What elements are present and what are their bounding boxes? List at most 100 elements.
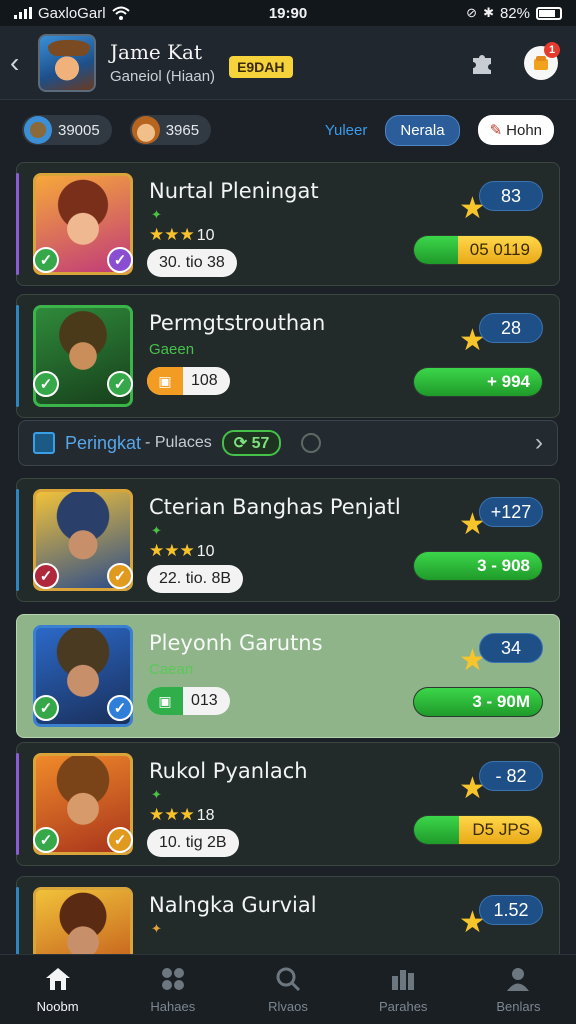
card-title: Rukol Pyanlach: [149, 759, 308, 783]
badge-icon: ✓: [107, 247, 133, 273]
back-chevron-icon[interactable]: ‹: [10, 47, 34, 79]
ranking-icon: [33, 432, 55, 454]
check-icon: ✓: [33, 371, 59, 397]
sparkle-icon: ✦: [151, 921, 162, 936]
currency-value-2: 3965: [165, 121, 200, 139]
card-title: Nurtal Pleningat: [149, 179, 319, 203]
score-pill: 1.52: [479, 895, 543, 925]
notification-badge: 1: [544, 41, 560, 58]
carrier-name: GaxloGarl: [38, 4, 106, 22]
progress-value: 3 - 908: [477, 556, 530, 575]
alarm-icon: ⊘: [466, 5, 478, 20]
score-pill: 34: [479, 633, 543, 663]
progress-value: 3 - 90M: [472, 692, 530, 711]
signal-icon: [14, 7, 32, 19]
page-title: Jame Kat: [110, 40, 203, 64]
list-item[interactable]: Nalngka Gurvial ✦ ★ 1.52: [16, 876, 560, 977]
info-chip: 22. tio. 8B: [147, 565, 244, 593]
puzzle-icon[interactable]: [466, 47, 498, 79]
rating-count: 10: [196, 227, 215, 244]
notification-button[interactable]: 1: [524, 41, 560, 80]
tab-hohn[interactable]: ✎ Hohn: [477, 115, 554, 145]
info-chip: 30. tio 38: [147, 249, 237, 277]
list-item[interactable]: ✓ ✓ Nurtal Pleningat ✦ ★★★ 10 30. tio 38 …: [16, 162, 560, 286]
search-icon: [273, 965, 303, 993]
leaf-icon: ✦: [151, 787, 162, 802]
progress-bar: 3 - 90M: [413, 687, 543, 717]
app-avatar: [38, 33, 96, 92]
badge-icon: ✓: [107, 563, 133, 589]
lock-icon: ▣: [147, 367, 183, 395]
score-pill: 83: [479, 181, 543, 211]
star-rating: ★★★ 18: [149, 805, 215, 824]
nav-parahes[interactable]: Parahes: [346, 955, 461, 1024]
list-item[interactable]: ✓ ✓ Rukol Pyanlach ✦ ★★★ 18 10. tig 2B ★ …: [16, 742, 560, 866]
list-item-selected[interactable]: ✓ ✓ Pleyonh Garutns Caean ▣ 013 ★ 34 3 -…: [16, 614, 560, 738]
currency-pill-1[interactable]: 39005: [22, 115, 112, 145]
check-icon: ✓: [33, 827, 59, 853]
score-pill: 28: [479, 313, 543, 343]
info-chip-value: 013: [191, 692, 218, 709]
filter-label[interactable]: Yuleer: [325, 122, 368, 139]
nav-profile[interactable]: Benlars: [461, 955, 576, 1024]
info-chip-value: 108: [191, 372, 218, 389]
currency-value-1: 39005: [58, 121, 100, 139]
rating-count: 10: [196, 543, 215, 560]
star-rating: ★★★ 10: [149, 541, 215, 560]
header-badge: E9DAH: [229, 55, 293, 78]
badge-icon: ✓: [107, 827, 133, 853]
grid-icon: [158, 965, 188, 993]
nav-label: Parahes: [379, 999, 428, 1014]
bottom-nav: Noobm Hahaes Rlvaos Parahes Benlars: [0, 954, 576, 1024]
progress-bar: + 994: [413, 367, 543, 397]
page-subtitle: Ganeiol (Hiaan): [110, 68, 216, 85]
check-icon: ✓: [33, 695, 59, 721]
ranking-label: Peringkat: [65, 432, 142, 453]
nav-label: Rlvaos: [268, 999, 308, 1014]
list-item[interactable]: ✓ ✓ Cterian Banghas Penjatl ✦ ★★★ 10 22. …: [16, 478, 560, 602]
info-chip: 10. tig 2B: [147, 829, 239, 857]
check-icon: ✓: [107, 695, 133, 721]
nav-label: Noobm: [36, 999, 79, 1014]
chevron-right-icon[interactable]: ›: [535, 429, 543, 457]
nav-hahaes[interactable]: Hahaes: [115, 955, 230, 1024]
leaderboard-icon: [388, 965, 418, 993]
home-icon: [43, 965, 73, 993]
nav-search[interactable]: Rlvaos: [230, 955, 345, 1024]
ranking-count-value: 57: [251, 435, 270, 452]
status-time: 19:90: [268, 4, 308, 22]
card-title: Permgtstrouthan: [149, 311, 326, 335]
card-title: Nalngka Gurvial: [149, 893, 317, 917]
ranking-count: ⟳ 57: [221, 430, 282, 456]
card-subtitle: Gaeen: [149, 341, 195, 358]
card-subtitle: Caean: [149, 661, 194, 678]
character-coin-icon: [24, 116, 52, 144]
ranking-sublabel: - Pulaces: [145, 434, 212, 451]
score-pill: +127: [479, 497, 543, 527]
tab-nerala[interactable]: Nerala: [385, 114, 460, 146]
check-icon: ✓: [33, 563, 59, 589]
progress-bar: D5 JPS: [413, 815, 543, 845]
currency-pill-2[interactable]: 3965: [129, 115, 212, 145]
list-item[interactable]: ✓ ✓ Permgtstrouthan Gaeen ▣ 108 ★ 28 + 9…: [16, 294, 560, 418]
info-chip: ▣ 108: [147, 367, 230, 395]
refresh-icon: ⟳: [233, 435, 248, 452]
battery-percent: 82%: [499, 4, 530, 22]
nav-home[interactable]: Noobm: [0, 955, 115, 1024]
status-bar: GaxloGarl 19:90 ⊘ ✱ 82%: [0, 0, 576, 26]
character-face-icon: [131, 116, 160, 144]
filter-row: 39005 3965 Yuleer Nerala ✎ Hohn: [0, 100, 576, 160]
user-icon: [503, 965, 533, 993]
ranking-banner[interactable]: Peringkat - Pulaces ⟳ 57 ›: [18, 420, 558, 466]
progress-bar: 3 - 908: [413, 551, 543, 581]
star-rating: ★★★ 10: [149, 225, 215, 244]
card-title: Cterian Banghas Penjatl: [149, 495, 401, 519]
rating-count: 18: [196, 807, 215, 824]
nav-label: Hahaes: [150, 999, 196, 1014]
score-pill: - 82: [479, 761, 543, 791]
progress-value: 05 0119: [469, 240, 530, 259]
tag-icon: ✎: [489, 122, 503, 139]
radio-icon[interactable]: [301, 433, 322, 453]
tab-hohn-label: Hohn: [506, 121, 542, 139]
nav-label: Benlars: [496, 999, 541, 1014]
